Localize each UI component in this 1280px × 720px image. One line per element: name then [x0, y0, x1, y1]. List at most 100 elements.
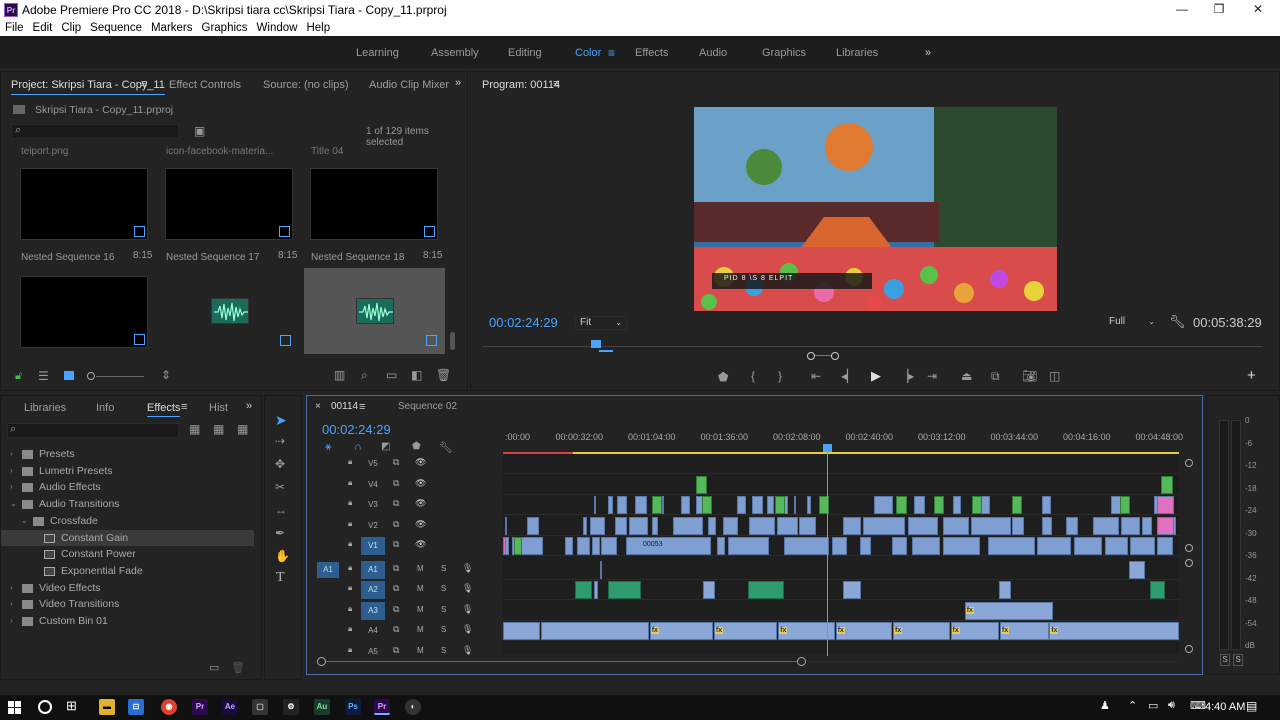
find-icon[interactable]: ⌕	[361, 368, 368, 383]
new-item-icon[interactable]: ◧	[411, 368, 422, 382]
video-clip[interactable]	[521, 537, 543, 555]
new-custom-bin-icon[interactable]: ▭	[209, 661, 219, 674]
hand-tool-icon[interactable]: ✋	[275, 549, 290, 563]
after-effects-icon[interactable]: Ae	[222, 699, 238, 715]
video-clip[interactable]	[874, 496, 894, 514]
panel-menu-icon[interactable]: ≡	[141, 78, 147, 90]
video-clip[interactable]	[970, 516, 1011, 535]
workspace-audio[interactable]: Audio	[699, 47, 727, 59]
microphone-icon[interactable]: 🎙︎	[462, 604, 473, 615]
effects-tree-item[interactable]: › Custom Bin 01	[1, 613, 254, 629]
step-forward-icon[interactable]: ▕▸	[899, 369, 914, 383]
windows-start-icon[interactable]	[8, 701, 21, 714]
volume-icon[interactable]: 🔊︎	[1168, 699, 1175, 712]
video-clip[interactable]	[933, 496, 944, 514]
tab-sequence-02[interactable]: Sequence 02	[398, 401, 457, 412]
track-lock-icon[interactable]: 🔒︎	[348, 604, 352, 614]
track-target-a1[interactable]: A1	[361, 560, 385, 579]
video-clip[interactable]	[1160, 475, 1173, 494]
source-patch-a1[interactable]: A1	[317, 561, 339, 578]
video-scroll-bottom[interactable]	[1185, 544, 1193, 552]
video-clip[interactable]	[576, 537, 590, 555]
video-clip[interactable]	[807, 496, 812, 514]
chevron-right-icon[interactable]: ›	[10, 613, 13, 629]
menu-clip[interactable]: Clip	[61, 20, 81, 36]
tab-program[interactable]: Program: 00114	[482, 79, 560, 91]
timeline-timecode[interactable]: 00:02:24:29	[322, 422, 391, 437]
effects-tree-item[interactable]: › Lumetri Presets	[1, 463, 254, 479]
track-lane-v1[interactable]: 00053	[503, 536, 1179, 556]
eye-icon[interactable]: 👁︎	[415, 539, 426, 550]
extract-icon[interactable]: ⧉	[991, 369, 1000, 384]
eye-icon[interactable]: 👁︎	[415, 457, 426, 468]
tab-source[interactable]: Source: (no clips)	[263, 79, 349, 91]
audio-clip[interactable]: fx	[950, 622, 1000, 640]
comparison-view-icon[interactable]: ◫	[1049, 369, 1060, 383]
workspace-libraries[interactable]: Libraries	[836, 47, 878, 59]
yuv-effects-icon[interactable]: ▦	[237, 422, 248, 436]
video-clip[interactable]	[774, 496, 785, 514]
track-lock-icon[interactable]: 🔒︎	[348, 498, 352, 508]
video-clip[interactable]	[843, 516, 861, 535]
playhead-handle[interactable]	[823, 444, 833, 452]
track-target-a4[interactable]: A4	[361, 622, 385, 640]
go-to-out-icon[interactable]: ⇥	[927, 369, 937, 383]
video-clip[interactable]	[1012, 496, 1023, 514]
timeline-zoom-left[interactable]	[317, 657, 326, 666]
audio-clip[interactable]	[503, 622, 541, 640]
thumbnail-audio[interactable]	[165, 276, 293, 348]
tab-effects[interactable]: Effects	[147, 402, 181, 417]
time-ruler[interactable]: :00:00 00:00:32:00 00:01:04:00 00:01:36:00 0…	[503, 432, 1183, 446]
app-icon[interactable]: ◐	[405, 699, 421, 715]
button-editor-add-button[interactable]: +	[1247, 367, 1256, 384]
menu-graphics[interactable]: Graphics	[202, 20, 248, 36]
video-clip[interactable]	[777, 516, 798, 535]
item-partial-label[interactable]: teiport.png	[21, 146, 68, 157]
audio-clip[interactable]	[1128, 560, 1145, 579]
sync-lock-icon[interactable]: ⧉	[393, 519, 399, 530]
thumbnail-video[interactable]	[20, 276, 148, 348]
mute-button[interactable]: M	[417, 584, 424, 593]
wrench-icon[interactable]: 🔧︎	[1169, 314, 1186, 330]
maximize-button[interactable]: ❐	[1209, 2, 1229, 18]
track-lane-a1[interactable]	[503, 560, 1179, 580]
project-scrollbar[interactable]	[450, 332, 455, 350]
video-clip[interactable]	[892, 537, 907, 555]
effects-search-input[interactable]	[7, 423, 179, 438]
close-sequence-icon[interactable]: ×	[315, 401, 321, 412]
track-target-a3[interactable]: A3	[361, 601, 385, 620]
sync-lock-icon[interactable]: ⧉	[393, 539, 399, 550]
accelerated-effects-icon[interactable]: ▦	[189, 422, 200, 436]
track-lane-a3[interactable]: fx	[503, 601, 1179, 621]
effects-tree-item[interactable]: ⌄ Crossfade	[1, 513, 254, 529]
video-clip[interactable]	[799, 516, 816, 535]
audio-clip[interactable]: fx	[649, 622, 714, 640]
microphone-icon[interactable]: 🎙︎	[462, 583, 473, 594]
list-view-icon[interactable]: ☰	[38, 369, 49, 383]
video-clip[interactable]	[505, 516, 508, 535]
eye-icon[interactable]: 👁︎	[415, 498, 426, 509]
video-clip[interactable]	[728, 537, 769, 555]
workspace-menu-icon[interactable]: ≡	[608, 46, 615, 60]
video-clip[interactable]	[766, 496, 775, 514]
audition-icon[interactable]: Au	[314, 699, 330, 715]
video-clip[interactable]	[1104, 537, 1128, 555]
workspace-color[interactable]: Color	[575, 47, 601, 59]
minimize-button[interactable]: —	[1172, 2, 1192, 18]
panel-menu-icon[interactable]: ≡	[553, 78, 559, 90]
go-to-in-icon[interactable]: ⇤	[811, 369, 821, 383]
track-lock-icon[interactable]: 🔒︎	[348, 645, 352, 655]
tab-info[interactable]: Info	[96, 402, 114, 414]
video-clip[interactable]	[914, 496, 925, 514]
people-icon[interactable]: ♟	[1100, 699, 1110, 712]
video-clip[interactable]	[722, 516, 739, 535]
video-clip[interactable]	[953, 496, 961, 514]
close-button[interactable]: ✕	[1248, 2, 1268, 18]
photoshop-icon[interactable]: Ps	[345, 699, 361, 715]
menu-edit[interactable]: Edit	[33, 20, 53, 36]
audio-clip[interactable]	[540, 622, 649, 640]
track-select-tool-icon[interactable]: ⇢	[275, 434, 285, 448]
track-target-v1[interactable]: V1	[361, 537, 385, 555]
audio-clip[interactable]	[575, 581, 592, 599]
add-marker-icon[interactable]: ⬟	[412, 441, 421, 452]
